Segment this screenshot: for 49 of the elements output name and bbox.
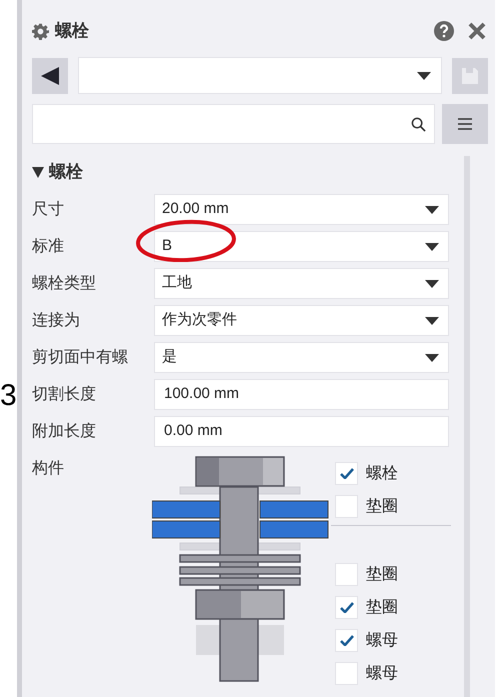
checkbox-label: 垫圈 <box>366 598 398 618</box>
checkbox[interactable] <box>335 629 358 652</box>
property-label: 标准 <box>32 236 65 256</box>
close-icon[interactable] <box>468 22 486 40</box>
checkbox-label: 螺母 <box>366 664 398 684</box>
property-dropdown[interactable]: 是 <box>154 342 449 373</box>
checkbox-label: 垫圈 <box>366 496 398 516</box>
edge-text: 3 <box>0 381 17 411</box>
property-label: 连接为 <box>32 310 81 330</box>
property-label: 附加长度 <box>32 422 97 442</box>
panel-title: 螺栓 <box>55 20 89 42</box>
left-triangle-icon <box>41 66 59 84</box>
property-input-field[interactable]: 0.00 mm <box>154 416 449 447</box>
checkmark-icon <box>340 635 354 646</box>
search-icon <box>411 116 426 132</box>
help-icon[interactable] <box>434 21 454 41</box>
checkbox[interactable] <box>335 495 358 518</box>
dropdown-caret-icon <box>425 206 439 214</box>
menu-icon <box>458 118 472 130</box>
dropdown-caret-icon <box>425 316 439 324</box>
property-label: 构件 <box>32 459 65 479</box>
back-button[interactable] <box>32 58 68 94</box>
dropdown-caret-icon <box>425 242 439 250</box>
property-dropdown[interactable]: 20.00 mm <box>154 194 449 225</box>
property-label: 螺栓类型 <box>32 274 97 294</box>
gear-icon <box>32 22 49 40</box>
property-label: 切割长度 <box>32 384 97 404</box>
checkbox-label: 螺栓 <box>366 464 398 484</box>
checkbox[interactable] <box>335 462 358 485</box>
dropdown-caret-icon <box>425 280 439 288</box>
checkbox[interactable] <box>335 563 358 586</box>
property-label: 剪切面中有螺 <box>32 348 129 368</box>
property-dropdown[interactable]: 工地 <box>154 268 449 299</box>
property-dropdown[interactable]: B <box>154 231 449 262</box>
checkbox[interactable] <box>335 662 358 685</box>
property-dropdown[interactable]: 作为次零件 <box>154 305 449 336</box>
checkmark-icon <box>340 602 354 613</box>
checkmark-icon <box>340 468 354 479</box>
menu-button[interactable] <box>442 104 488 144</box>
property-label: 尺寸 <box>32 200 65 220</box>
search-field[interactable] <box>32 104 435 144</box>
checkbox-label: 垫圈 <box>366 564 398 584</box>
checkbox-label: 螺母 <box>366 630 398 650</box>
dropdown-caret-icon <box>417 72 431 80</box>
expanded-triangle-icon[interactable] <box>32 166 44 178</box>
checkbox[interactable] <box>335 596 358 619</box>
dropdown-caret-icon <box>425 354 439 362</box>
section-title: 螺栓 <box>49 161 83 184</box>
property-input-field[interactable]: 100.00 mm <box>154 379 449 410</box>
